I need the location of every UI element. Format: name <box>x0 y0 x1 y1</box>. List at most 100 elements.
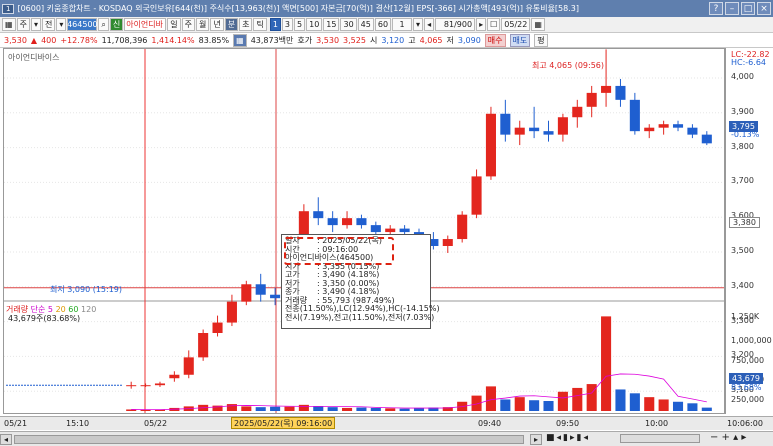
chart-area[interactable] <box>3 48 725 414</box>
cursor-time-tag: 2025/05/22(목) 09:16:00 <box>231 417 336 429</box>
interval-button-5[interactable]: 30 <box>340 18 357 31</box>
interval-button-3[interactable]: 10 <box>306 18 323 31</box>
price-tick: 3,400 <box>731 280 754 290</box>
toolbar: ▦ 주 ▾ 전 ▾ 464500 ⌕ 신 아이언디바 일주월년분초틱 1 3 5 10… <box>0 17 773 33</box>
type-dropdown-icon[interactable]: ▾ <box>30 18 41 31</box>
volume-bar <box>601 316 612 411</box>
minimize-icon[interactable]: – <box>725 2 739 15</box>
candle-body <box>212 322 223 333</box>
volume-bar <box>370 407 381 411</box>
price-volume-chart[interactable] <box>4 49 725 414</box>
count-input[interactable]: 81/900 <box>435 18 476 31</box>
candle-body <box>313 211 324 219</box>
zoom-controls[interactable]: − + ▴ ▸ <box>710 432 746 443</box>
price-tick: 3,700 <box>731 176 754 186</box>
candle-body <box>514 127 525 135</box>
settings-icon[interactable]: ▦ <box>233 34 247 47</box>
interval-button-7[interactable]: 60 <box>374 18 392 31</box>
candle-body <box>572 106 583 118</box>
candle-body <box>327 218 338 226</box>
candle-body <box>183 357 194 375</box>
help-icon[interactable]: ? <box>709 2 723 15</box>
interval-button-1[interactable]: 3 <box>281 18 294 31</box>
candle-body <box>126 385 137 387</box>
chart-menu-icon[interactable]: ▦ <box>2 18 16 31</box>
open-price: 3,120 <box>381 36 405 45</box>
maximize-icon[interactable]: □ <box>741 2 755 15</box>
period-tab-3[interactable]: 년 <box>210 18 224 31</box>
time-label: 09:50 <box>556 418 580 428</box>
close-icon[interactable]: × <box>757 2 771 15</box>
scroll-thumb[interactable] <box>14 435 524 444</box>
scroll-left-icon[interactable]: ◂ <box>0 434 12 445</box>
playback-controls[interactable]: ■◂▮▸▮◂ <box>546 433 590 443</box>
candle-body <box>658 124 669 128</box>
candle-body <box>543 131 554 135</box>
cursor-price-tag: 3,380 <box>729 217 760 228</box>
candle-body <box>442 239 453 246</box>
search-icon[interactable]: ⌕ <box>98 18 109 31</box>
interval-value[interactable]: 1 <box>392 18 413 31</box>
volume-bar <box>356 407 367 411</box>
high-label: 고 <box>408 36 416 45</box>
scope-select[interactable]: 전 <box>41 18 56 31</box>
bid-price: 3,525 <box>343 36 366 45</box>
ask-price: 3,530 <box>316 36 340 45</box>
period-tab-4[interactable]: 분 <box>224 18 239 31</box>
change-pct: +12.78% <box>60 36 98 45</box>
buy-button[interactable]: 매수 <box>484 34 506 47</box>
candle-tooltip: 일자: 2025/05/22(목) 시간: 09:16:00 아이언디바이스(464… <box>281 234 440 329</box>
candle-body <box>615 85 626 100</box>
volume-bar <box>500 399 511 411</box>
sell-button[interactable]: 매도 <box>509 34 531 47</box>
price-axis: LC:-22.82 HC:-6.64 4,000 3,900 3,800 3,700 3… <box>725 48 773 414</box>
candle-body <box>385 228 396 233</box>
volume-bar <box>284 406 295 411</box>
window-number: 1 <box>2 3 15 14</box>
period-tab-1[interactable]: 주 <box>181 18 195 31</box>
next-icon[interactable]: ▸ <box>476 18 487 31</box>
date-checkbox[interactable]: ☐ <box>487 18 501 31</box>
interval-button-6[interactable]: 45 <box>357 18 374 31</box>
credit-badge: 신 <box>109 18 124 31</box>
balance-button[interactable]: 평 <box>534 34 548 47</box>
period-tab-2[interactable]: 월 <box>195 18 210 31</box>
volume-tick: 1,000,000 <box>731 336 772 345</box>
scope-dropdown-icon[interactable]: ▾ <box>56 18 67 31</box>
change-arrow-icon: ▲ <box>30 36 38 45</box>
type-select[interactable]: 주 <box>16 18 30 31</box>
interval-dropdown-icon[interactable]: ▾ <box>413 18 424 31</box>
volume-bar <box>644 397 655 411</box>
candle-body <box>154 383 166 386</box>
interval-button-0[interactable]: 1 <box>269 18 281 31</box>
candle-body <box>629 99 640 132</box>
volume-bar <box>658 399 669 411</box>
prev-icon[interactable]: ◂ <box>424 18 435 31</box>
period-tab-6[interactable]: 틱 <box>253 18 267 31</box>
axis-time: 10:06:00 <box>727 419 763 428</box>
volume-bar <box>687 403 698 411</box>
period-tab-5[interactable]: 초 <box>239 18 253 31</box>
stock-code-input[interactable]: 464500 <box>67 18 98 31</box>
calendar-icon[interactable]: ▦ <box>531 18 545 31</box>
current-pct: -0.13% <box>731 130 760 139</box>
candle-body <box>529 127 540 132</box>
candle-body <box>198 333 209 358</box>
period-tab-0[interactable]: 일 <box>167 18 181 31</box>
horizontal-scrollbar[interactable]: ◂ ▸ ■◂▮▸▮◂ − + ▴ ▸ <box>0 431 773 446</box>
interval-button-4[interactable]: 15 <box>323 18 340 31</box>
scroll-right-icon[interactable]: ▸ <box>530 434 542 445</box>
tooltip-row: 전시(7.19%),전고(11.50%),전저(7.03%) <box>285 312 435 322</box>
volume-bar <box>586 384 597 411</box>
volume-bar <box>629 393 640 411</box>
date-input[interactable]: 05/22 <box>501 18 531 31</box>
trade-value: 43,873백만 <box>250 36 294 45</box>
volume-tag-pct: 83.68% <box>731 383 762 392</box>
interval-button-2[interactable]: 5 <box>294 18 306 31</box>
candle-body <box>370 225 381 233</box>
quote-bar: 3,530 ▲ 400 +12.78% 11,708,396 1,414.14%… <box>0 34 773 48</box>
zoom-slider[interactable] <box>620 434 700 443</box>
time-label: 05/21 <box>4 418 28 428</box>
volume-bar <box>255 407 266 411</box>
low-price: 3,090 <box>457 36 481 45</box>
